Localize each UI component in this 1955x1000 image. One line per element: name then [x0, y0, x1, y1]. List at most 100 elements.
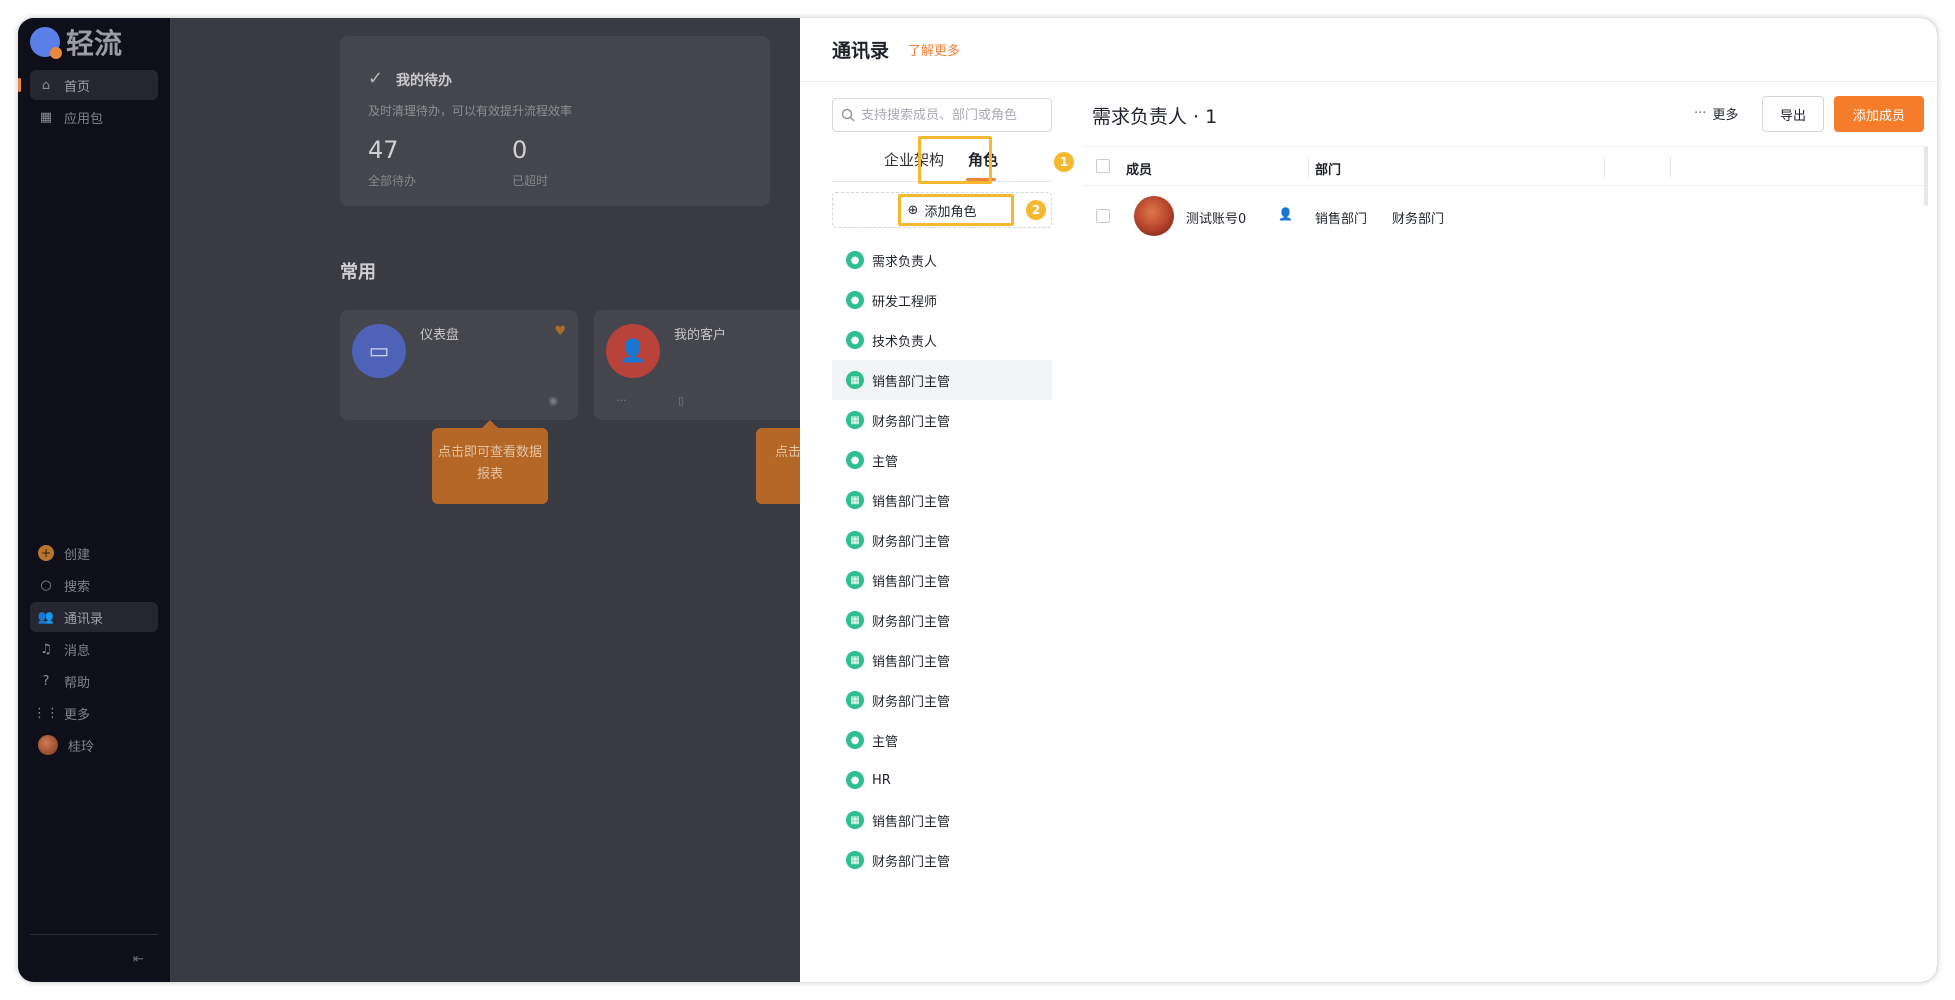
app-name: 我的客户	[674, 328, 727, 343]
user-icon: 👤	[606, 324, 660, 378]
step-badge-1: 1	[1054, 152, 1074, 172]
tooltip-dashboard: 点击即可查看数据报表	[432, 420, 548, 504]
export-button[interactable]: 导出	[1762, 96, 1824, 132]
logo-icon	[30, 27, 62, 59]
home-icon: ⌂	[41, 77, 51, 93]
group-icon: ●	[846, 731, 864, 749]
highlight-box-roles-tab	[918, 136, 992, 184]
department-tag: 销售部门	[1315, 212, 1368, 227]
table-header: 成员 部门	[1082, 146, 1924, 186]
ellipsis-icon: ···	[1694, 106, 1707, 121]
section-title: 常用	[340, 262, 376, 283]
chart-icon: ▦	[846, 611, 864, 629]
bulb-icon: ●	[846, 331, 864, 349]
role-item[interactable]: ▦ 财务部门主管	[832, 840, 1052, 880]
chart-icon: ▦	[846, 571, 864, 589]
collapse-sidebar-icon[interactable]: ⇤	[133, 952, 144, 967]
app-window: 轻流 ⌂ 首页 ▦ 应用包 + 创建 ○ 搜索 👥 通讯录 ♫ 消息 ? 帮助	[18, 18, 1937, 982]
plus-icon: +	[38, 545, 54, 561]
column-member: 成员	[1126, 163, 1153, 178]
grid-icon: ▦	[39, 109, 53, 125]
sidebar: 轻流 ⌂ 首页 ▦ 应用包 + 创建 ○ 搜索 👥 通讯录 ♫ 消息 ? 帮助	[18, 18, 170, 982]
chart-icon: ▦	[846, 691, 864, 709]
contacts-drawer: 通讯录 了解更多 企业架构 角色 1 ⊕ 添加角色 2 ●需求负责人 ●研发工程…	[800, 18, 1937, 982]
role-title: 需求负责人 · 1	[1092, 106, 1218, 128]
column-divider	[1308, 157, 1309, 177]
avatar	[1134, 196, 1174, 236]
sidebar-item-search[interactable]: ○ 搜索	[30, 570, 158, 600]
column-divider	[1670, 157, 1671, 177]
sidebar-item-contacts[interactable]: 👥 通讯录	[30, 602, 158, 632]
chart-icon: ▦	[846, 851, 864, 869]
logo-text: 轻流	[66, 27, 123, 60]
role-item[interactable]: ▦ 财务部门主管	[832, 520, 1052, 560]
sidebar-item-profile[interactable]: 桂玲	[30, 730, 158, 760]
sidebar-item-app-package[interactable]: ▦ 应用包	[30, 102, 158, 132]
role-item[interactable]: ● HR	[832, 760, 1052, 800]
app-card-customers[interactable]: 👤 我的客户 ··· ▯	[594, 310, 800, 420]
search-box[interactable]	[832, 98, 1052, 132]
bell-icon: ♫	[40, 641, 52, 657]
sidebar-item-create[interactable]: + 创建	[30, 538, 158, 568]
role-item[interactable]: ▦ 财务部门主管	[832, 600, 1052, 640]
sidebar-item-help[interactable]: ? 帮助	[30, 666, 158, 696]
learn-more-link[interactable]: 了解更多	[908, 40, 960, 59]
chart-icon: ▦	[846, 371, 864, 389]
drawer-title: 通讯录	[832, 40, 890, 62]
column-department: 部门	[1315, 163, 1342, 178]
select-all-checkbox[interactable]	[1096, 159, 1110, 173]
role-item[interactable]: ● 需求负责人	[832, 240, 1052, 280]
avatar	[38, 735, 58, 755]
table-row[interactable]: 测试账号0 👤 销售部门 财务部门	[1082, 196, 1924, 244]
document-icon[interactable]: ▯	[678, 394, 684, 407]
drawer-header: 通讯录 了解更多	[800, 18, 1937, 82]
role-icon: ●	[846, 251, 864, 269]
role-item[interactable]: ▦ 销售部门主管	[832, 640, 1052, 680]
chart-icon: ▦	[846, 531, 864, 549]
chart-icon: ▦	[846, 651, 864, 669]
stat-all-value: 47	[368, 136, 399, 164]
todo-card[interactable]: ✓ 我的待办 及时清理待办，可以有效提升流程效率 47 全部待办 0 已超时	[340, 36, 770, 206]
role-item-selected[interactable]: ▦ 销售部门主管	[832, 360, 1052, 400]
logo: 轻流	[30, 24, 122, 60]
active-indicator	[18, 78, 21, 92]
more-button[interactable]: ··· 更多	[1694, 104, 1738, 123]
member-name[interactable]: 测试账号0	[1186, 208, 1246, 227]
sidebar-item-home[interactable]: ⌂ 首页	[30, 70, 158, 100]
chart-icon: ▦	[846, 811, 864, 829]
chart-icon: ▦	[846, 411, 864, 429]
stat-all-label: 全部待办	[368, 174, 417, 188]
user-icon: ●	[846, 291, 864, 309]
app-name: 仪表盘	[420, 328, 460, 343]
add-member-button[interactable]: 添加成员	[1834, 96, 1924, 132]
column-divider	[1604, 157, 1605, 177]
search-input[interactable]	[861, 107, 1041, 123]
role-item[interactable]: ● 技术负责人	[832, 320, 1052, 360]
heart-icon[interactable]: ♥	[554, 324, 566, 339]
scrollbar[interactable]	[1924, 146, 1928, 206]
role-item[interactable]: ▦ 销售部门主管	[832, 800, 1052, 840]
role-item[interactable]: ● 主管	[832, 440, 1052, 480]
role-item[interactable]: ● 研发工程师	[832, 280, 1052, 320]
row-checkbox[interactable]	[1096, 209, 1110, 223]
check-icon: ✓	[368, 68, 384, 89]
role-item[interactable]: ▦ 销售部门主管	[832, 560, 1052, 600]
app-card-dashboard[interactable]: ▭ 仪表盘 ♥ ◉	[340, 310, 578, 420]
ellipsis-icon[interactable]: ···	[616, 394, 627, 407]
department-tag: 财务部门	[1392, 212, 1445, 227]
sidebar-item-messages[interactable]: ♫ 消息	[30, 634, 158, 664]
admin-user-icon: 👤	[1278, 207, 1293, 221]
role-item[interactable]: ▦ 财务部门主管	[832, 400, 1052, 440]
main-content-overlay: ✓ 我的待办 及时清理待办，可以有效提升流程效率 47 全部待办 0 已超时 常…	[170, 18, 800, 982]
todo-title: 我的待办	[396, 73, 452, 89]
contacts-icon: 👥	[37, 609, 55, 625]
step-badge-2: 2	[1026, 200, 1046, 220]
search-icon: ○	[40, 577, 52, 593]
folder-icon: ▭	[352, 324, 406, 378]
todo-subtitle: 及时清理待办，可以有效提升流程效率	[368, 104, 573, 118]
role-item[interactable]: ▦ 财务部门主管	[832, 680, 1052, 720]
sidebar-item-more[interactable]: ⋮⋮ 更多	[30, 698, 158, 728]
role-item[interactable]: ▦ 销售部门主管	[832, 480, 1052, 520]
role-item[interactable]: ● 主管	[832, 720, 1052, 760]
eye-icon[interactable]: ◉	[548, 394, 558, 407]
